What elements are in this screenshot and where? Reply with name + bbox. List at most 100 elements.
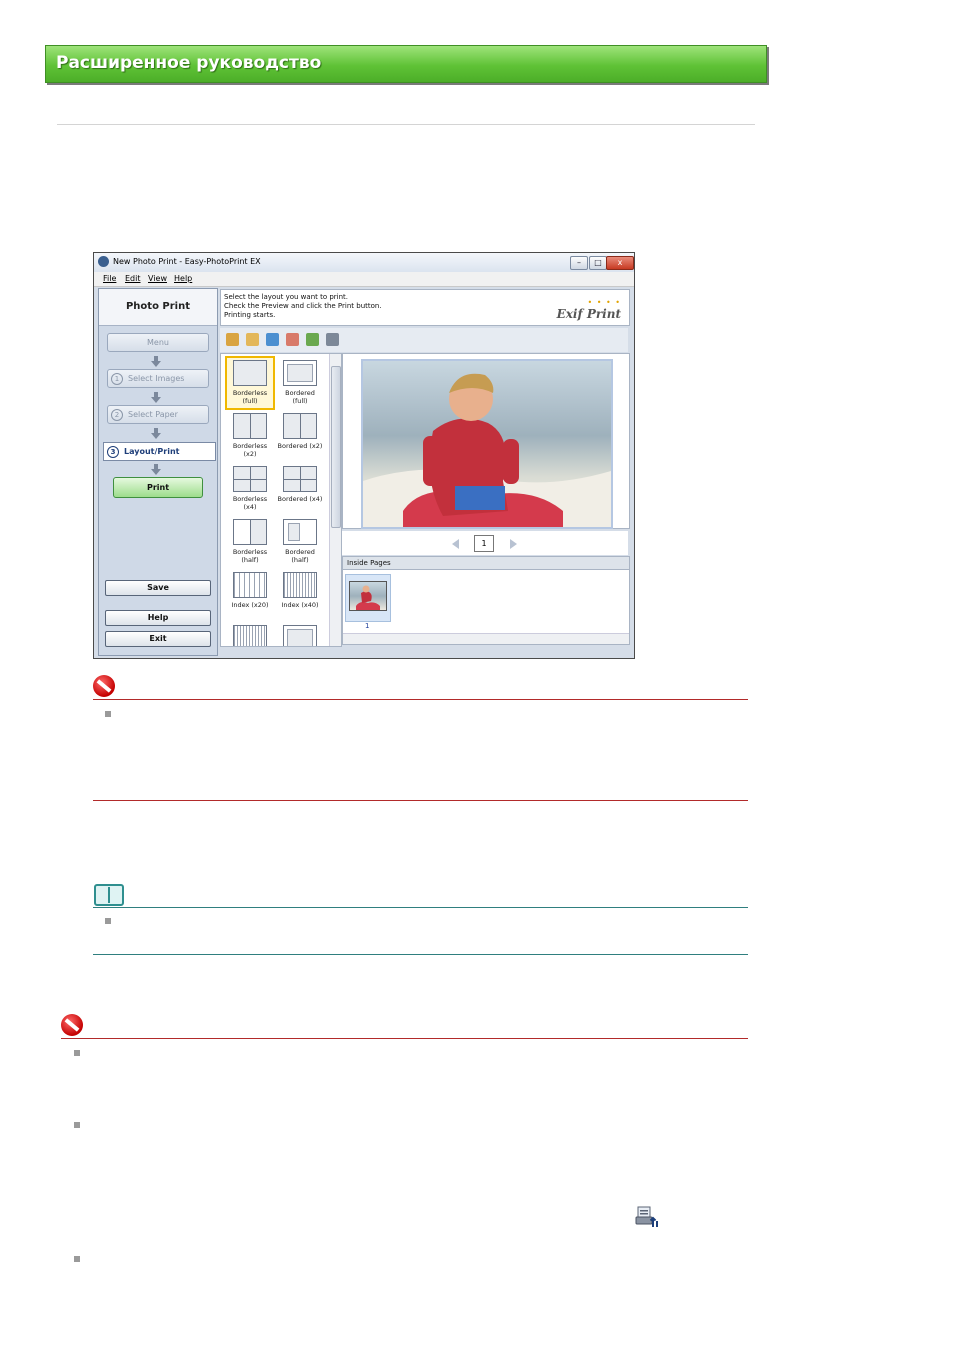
scrollbar-thumb[interactable] [331, 366, 341, 528]
instruction-line: Select the layout you want to print. [224, 293, 349, 301]
inside-pages-strip: 1 [342, 569, 630, 645]
menu-file[interactable]: File [103, 274, 116, 283]
menu-bar: File Edit View Help [94, 272, 634, 287]
page-thumbnail[interactable] [345, 574, 391, 622]
rotate-right-icon[interactable] [246, 333, 259, 346]
layout-thumbnail [233, 360, 267, 386]
maximize-button[interactable]: □ [589, 256, 607, 270]
layout-option[interactable]: Index (x40) [277, 570, 323, 620]
layout-label: Index (x20) [231, 601, 269, 609]
instruction-line: Printing starts. [224, 311, 276, 319]
page-number: 1 [474, 535, 494, 552]
inside-pages-label: Inside Pages [347, 559, 391, 567]
navigation-panel: Photo Print Menu 1 Select Images 2 Select … [98, 288, 218, 656]
caution-icon [61, 1014, 83, 1036]
window-title: New Photo Print - Easy-PhotoPrint EX [113, 257, 261, 266]
step-number: 2 [111, 408, 123, 421]
panel-heading-text: Photo Print [125, 301, 191, 312]
layout-thumbnail [233, 466, 267, 492]
step-label: Select Paper [128, 410, 178, 419]
layout-label: Index (x40) [281, 601, 319, 609]
exif-print-logo: Exif Print [556, 307, 621, 321]
layout-option[interactable]: Index (x20) [227, 570, 273, 620]
step-label: Layout/Print [124, 447, 180, 456]
layout-thumbnail [283, 466, 317, 492]
correct-image-icon[interactable] [306, 333, 319, 346]
layout-option[interactable]: Borderless (full) [225, 356, 275, 410]
preview-photo [361, 359, 613, 529]
step-select-images[interactable]: 1 Select Images [107, 369, 209, 388]
layout-thumbnail [233, 519, 267, 545]
minimize-button[interactable]: – [570, 256, 588, 270]
step-number: 1 [111, 372, 123, 385]
prev-page-icon[interactable] [452, 539, 459, 549]
layout-option[interactable]: Bordered (x4) [277, 464, 323, 514]
layout-thumbnail [233, 413, 267, 439]
note-divider [93, 954, 748, 955]
menu-view[interactable]: View [148, 274, 167, 283]
bullet-icon [105, 711, 111, 717]
exit-button[interactable]: Exit [105, 631, 211, 647]
layout-label: Borderless (x4) [232, 495, 268, 511]
bullet-icon [74, 1122, 80, 1128]
section-banner-title: Расширенное руководство [56, 53, 322, 73]
step-select-paper[interactable]: 2 Select Paper [107, 405, 209, 424]
caution-divider [93, 800, 748, 801]
inside-pages-scrollbar[interactable] [343, 633, 629, 644]
bullet-icon [74, 1050, 80, 1056]
app-icon [98, 256, 109, 267]
layout-list: Borderless (full) Bordered (full) Borderle… [220, 353, 342, 647]
thumbnail-image [349, 581, 387, 611]
note-divider [93, 907, 748, 908]
divider [57, 124, 755, 125]
layout-option[interactable]: Bordered (full) [277, 358, 323, 408]
layout-label: Bordered (x4) [277, 495, 323, 503]
layout-thumbnail [283, 625, 317, 646]
layout-thumbnail [283, 413, 317, 439]
print-button[interactable]: Print [113, 477, 203, 498]
section-banner: Расширенное руководство [45, 45, 767, 83]
menu-help[interactable]: Help [174, 274, 192, 283]
layout-label: Bordered (half) [285, 548, 315, 564]
layout-label: Borderless (half) [232, 548, 268, 564]
menu-button[interactable]: Menu [107, 333, 209, 352]
layout-scrollbar[interactable] [329, 354, 341, 646]
rotate-left-icon[interactable] [226, 333, 239, 346]
frame-icon[interactable] [286, 333, 299, 346]
edit-toolbar [220, 328, 628, 352]
layout-option[interactable]: Borderless (x4) [227, 464, 273, 514]
layout-thumbnail [233, 625, 267, 646]
caution-icon [93, 675, 115, 697]
layout-option[interactable]: Borderless (half) [227, 517, 273, 567]
print-settings-icon[interactable] [326, 333, 339, 346]
layout-label: Bordered (full) [285, 389, 315, 405]
help-button[interactable]: Help [105, 610, 211, 626]
layout-option[interactable] [227, 623, 273, 646]
layout-thumbnail [283, 519, 317, 545]
instructions-panel: Select the layout you want to print. Che… [220, 289, 630, 326]
note-icon [94, 884, 124, 906]
layout-option[interactable]: Bordered (x2) [277, 411, 323, 461]
preview-area [342, 353, 630, 529]
trim-icon[interactable] [266, 333, 279, 346]
next-page-icon[interactable] [510, 539, 517, 549]
step-layout-print[interactable]: 3 Layout/Print [103, 442, 216, 461]
app-window: New Photo Print - Easy-PhotoPrint EX – □… [93, 252, 635, 659]
print-settings-icon [635, 1205, 659, 1229]
layout-label: Borderless (full) [232, 389, 268, 405]
layout-option[interactable] [277, 623, 323, 646]
down-arrow-icon [151, 356, 161, 367]
close-button[interactable]: x [606, 256, 634, 270]
bullet-icon [74, 1256, 80, 1262]
instruction-line: Check the Preview and click the Print bu… [224, 302, 382, 310]
layout-option[interactable]: Borderless (x2) [227, 411, 273, 461]
bullet-icon [105, 918, 111, 924]
window-titlebar: New Photo Print - Easy-PhotoPrint EX – □… [94, 253, 634, 272]
caution-divider [61, 1038, 748, 1039]
save-button[interactable]: Save [105, 580, 211, 596]
menu-edit[interactable]: Edit [125, 274, 141, 283]
photo-content [363, 373, 611, 527]
layout-option[interactable]: Bordered (half) [277, 517, 323, 567]
layout-label: Bordered (x2) [277, 442, 323, 450]
layout-thumbnail [283, 360, 317, 386]
